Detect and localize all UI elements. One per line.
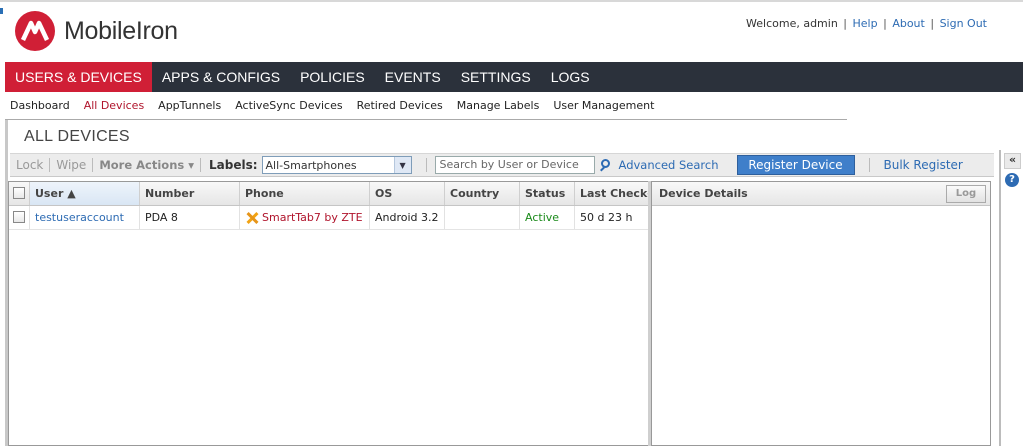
devices-toolbar: Lock Wipe More Actions ▾ Labels: All-Sma…	[10, 153, 994, 177]
nav-logs[interactable]: LOGS	[541, 62, 600, 92]
table-row[interactable]: testuseraccount PDA 8 SmartTab7 by ZTE A…	[9, 206, 648, 230]
chevron-down-icon[interactable]: ▼	[393, 157, 411, 173]
column-country[interactable]: Country	[445, 182, 520, 205]
select-all-column	[9, 182, 30, 205]
top-border	[0, 0, 1023, 2]
row-select-cell	[9, 206, 30, 229]
last-checkin-cell: 50 d 23 h	[580, 211, 633, 224]
sub-nav: Dashboard All Devices AppTunnels ActiveS…	[10, 99, 668, 112]
top-links: Welcome, admin | Help | About | Sign Out	[746, 17, 987, 30]
register-device-button[interactable]: Register Device	[736, 155, 855, 175]
user-cell[interactable]: testuseraccount	[30, 206, 140, 229]
help-link[interactable]: Help	[853, 17, 878, 30]
link-separator: |	[930, 17, 935, 30]
column-os[interactable]: OS	[370, 182, 445, 205]
nav-users-devices[interactable]: USERS & DEVICES	[5, 62, 152, 92]
welcome-text: Welcome, admin	[746, 17, 838, 30]
mobileiron-logo: MobileIron	[14, 10, 178, 52]
link-separator: |	[843, 17, 848, 30]
country-cell	[445, 206, 520, 229]
os-cell: Android 3.2	[370, 206, 445, 229]
nav-policies[interactable]: POLICIES	[290, 62, 375, 92]
subnav-dashboard[interactable]: Dashboard	[10, 99, 70, 112]
sign-out-link[interactable]: Sign Out	[940, 17, 987, 30]
brand-name: MobileIron	[64, 16, 178, 45]
column-last-checkin[interactable]: Last Check-	[575, 182, 648, 205]
column-number[interactable]: Number	[140, 182, 240, 205]
nav-apps-configs[interactable]: APPS & CONFIGS	[152, 62, 290, 92]
subnav-divider	[5, 119, 847, 120]
subnav-manage-labels[interactable]: Manage Labels	[457, 99, 540, 112]
device-warning-icon	[245, 211, 259, 225]
lock-button[interactable]: Lock	[10, 158, 49, 172]
status-cell: Active	[520, 206, 575, 229]
wipe-button[interactable]: Wipe	[50, 158, 92, 172]
phone-model: SmartTab7 by ZTE	[262, 211, 363, 224]
column-status[interactable]: Status	[520, 182, 575, 205]
device-details-title: Device Details	[659, 187, 748, 200]
more-actions-menu[interactable]: More Actions ▾	[93, 158, 200, 172]
edge-marker	[0, 8, 3, 14]
grid-header: User ▲ Number Phone OS Country Status La…	[9, 182, 648, 206]
phone-cell: SmartTab7 by ZTE	[240, 206, 370, 229]
labels-select-value: All-Smartphones	[265, 158, 357, 172]
mobileiron-logo-icon	[15, 11, 55, 51]
column-user[interactable]: User ▲	[30, 182, 140, 205]
labels-select[interactable]: All-Smartphones ▼	[261, 156, 412, 174]
column-phone[interactable]: Phone	[240, 182, 370, 205]
right-frame-rail	[999, 150, 1001, 446]
main-nav: USERS & DEVICES APPS & CONFIGS POLICIES …	[5, 62, 1023, 92]
subnav-retired-devices[interactable]: Retired Devices	[357, 99, 443, 112]
nav-events[interactable]: EVENTS	[375, 62, 451, 92]
labels-label: Labels:	[209, 158, 258, 172]
search-input[interactable]: Search by User or Device	[434, 156, 595, 174]
page-title: ALL DEVICES	[24, 128, 130, 145]
select-all-checkbox[interactable]	[13, 187, 25, 199]
link-separator: |	[883, 17, 887, 30]
row-checkbox[interactable]	[13, 211, 25, 223]
log-button[interactable]: Log	[946, 184, 986, 203]
nav-settings[interactable]: SETTINGS	[451, 62, 541, 92]
subnav-apptunnels[interactable]: AppTunnels	[158, 99, 221, 112]
help-icon[interactable]: ?	[1005, 173, 1019, 187]
device-details-header: Device Details Log	[652, 182, 990, 206]
advanced-search-link[interactable]: Advanced Search	[619, 158, 719, 172]
device-details-panel: Device Details Log	[651, 181, 991, 446]
collapse-panel-icon[interactable]: «	[1004, 153, 1021, 169]
devices-grid: User ▲ Number Phone OS Country Status La…	[8, 181, 649, 446]
number-cell: PDA 8	[140, 206, 240, 229]
subnav-user-management[interactable]: User Management	[553, 99, 654, 112]
subnav-activesync-devices[interactable]: ActiveSync Devices	[235, 99, 342, 112]
toolbar-divider	[425, 158, 427, 172]
bulk-register-link[interactable]: Bulk Register	[868, 158, 963, 172]
search-icon[interactable]	[598, 158, 613, 173]
subnav-all-devices[interactable]: All Devices	[84, 99, 144, 112]
about-link[interactable]: About	[892, 17, 925, 30]
